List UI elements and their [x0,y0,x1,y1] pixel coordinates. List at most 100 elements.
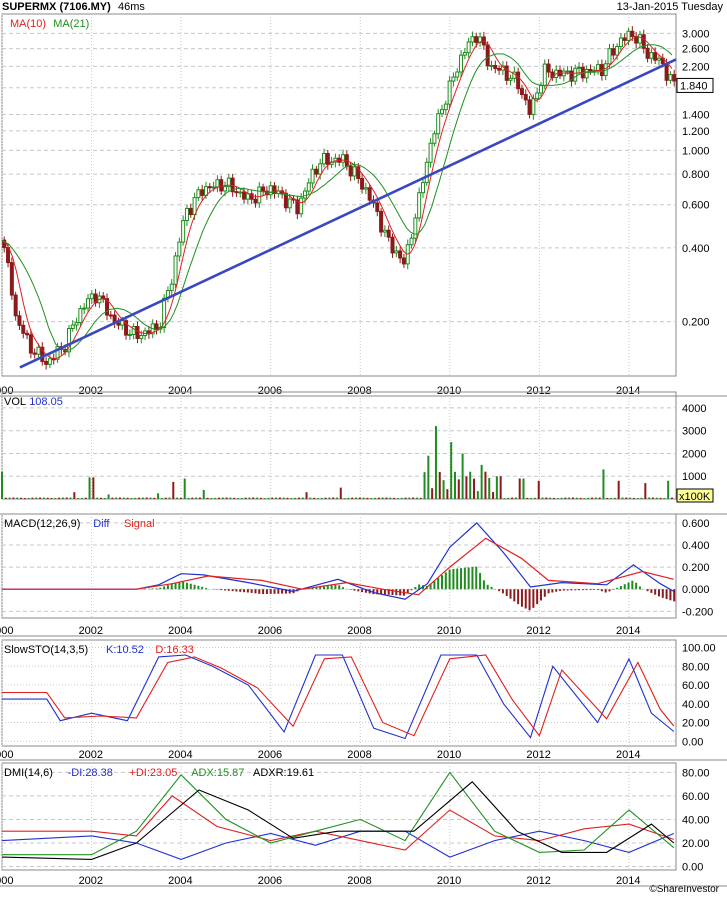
price-candle-body [588,69,593,72]
price-candle-body [70,324,75,329]
price-candle-body [13,294,18,317]
price-candle-body [649,52,654,59]
price-candle-body [108,314,113,317]
price-candle-body [672,74,677,82]
price-candle-body [318,163,323,175]
macd-y-tick-label: 0.200 [682,562,710,574]
price-candle-body [6,247,11,264]
legend-entry: MA(10) [10,18,46,30]
price-candle-body [215,179,220,188]
price-candle-body [47,358,52,365]
price-candle-body [474,36,479,43]
price-candle-body [466,41,471,54]
price-candle-body [386,229,391,238]
price-candle-body [523,94,528,101]
macd-x-tick-label: 2010 [437,625,461,637]
price-candle-body [607,48,612,65]
price-candle-body [538,85,543,94]
legend-entry: MA(21) [53,18,89,30]
stochastic-x-tick-label: 2002 [79,749,103,761]
dmi-x-tick-label: 2004 [168,875,192,887]
dmi-x-tick-label: 2000 [0,875,13,887]
dmi-x-tick-label: 2010 [437,875,461,887]
legend-entry: Diff [93,518,110,530]
price-candle-body [531,98,536,115]
price-candle-body [436,113,441,135]
price-candle-body [173,255,178,285]
price-candle-body [443,103,448,111]
price-candle-body [219,179,224,192]
price-candle-body [306,182,311,192]
price-candle-body [9,262,14,296]
price-candle-body [196,189,201,199]
price-candle-body [341,154,346,163]
price-candle-body [379,210,384,233]
price-candle-body [626,30,631,41]
price-candle-body [565,70,570,73]
macd-x-tick-label: 2000 [0,625,13,637]
price-candle-body [283,192,288,209]
price-candle-body [211,186,216,189]
price-candle-body [101,295,106,300]
macd-y-tick-label: 0.400 [682,540,710,552]
price-candle-body [527,99,532,115]
panel-title: VOL [4,396,26,408]
price-candle-body [584,69,589,79]
legend-entry: 108.05 [29,396,63,408]
dmi-x-tick-label: 2014 [616,875,640,887]
price-candle-body [169,283,174,292]
price-candle-body [417,192,422,219]
price-x-tick-label: 2014 [616,385,640,397]
price-candle-body [508,77,513,81]
price-candle-body [489,65,494,68]
legend-entry: K:10.52 [106,644,144,656]
dmi-frame [1,762,677,871]
price-candle-body [459,54,464,73]
price-candle-body [253,198,258,204]
price-candle-body [618,37,623,48]
price-candle-body [238,191,243,194]
price-y-tick-label: 0.200 [682,317,710,329]
price-candle-body [268,185,273,196]
macd-diff-line [2,522,675,600]
price-candle-body [413,217,418,239]
stochastic-x-tick-label: 2000 [0,749,13,761]
dmi-x-tick-label: 2006 [258,875,282,887]
price-candle-body [455,71,460,78]
price-candle-body [428,142,433,163]
price-x-tick-label: 2010 [437,385,461,397]
price-candle-body [390,236,395,254]
price-x-tick-label: 2004 [168,385,192,397]
panel-title: DMI(14,6) [4,767,53,779]
price-candle-body [622,37,627,41]
price-candle-body [272,185,277,194]
price-candle-body [645,47,650,59]
volume-y-tick-label: 4000 [682,403,706,415]
price-candle-body [573,67,578,82]
volume-y-tick-label: 3000 [682,426,706,438]
price-y-tick-label: 1.200 [682,126,710,138]
stochastic-y-tick-label: 100.00 [682,643,716,655]
price-candle-body [516,71,521,90]
price-candle-body [200,189,205,196]
dmi-adx-line [2,771,675,856]
macd-x-tick-label: 2004 [168,625,192,637]
dmi-x-tick-label: 2008 [347,875,371,887]
price-candle-body [360,177,365,190]
dmi-y-tick-label: 20.00 [682,838,710,850]
price-candle-body [382,229,387,233]
price-candle-body [36,346,41,355]
price-candle-body [432,133,437,144]
price-candle-body [116,322,121,326]
macd-x-tick-label: 2014 [616,625,640,637]
price-candle-body [577,66,582,69]
stochastic-x-tick-label: 2014 [616,749,640,761]
stochastic-d-line [2,654,675,737]
macd-x-tick-label: 2008 [347,625,371,637]
price-candle-body [630,30,635,37]
price-candle-body [451,76,456,82]
legend-entry: -DI:28.38 [68,767,113,779]
price-candle-body [321,152,326,165]
price-candle-body [325,152,330,165]
price-candle-body [546,63,551,73]
